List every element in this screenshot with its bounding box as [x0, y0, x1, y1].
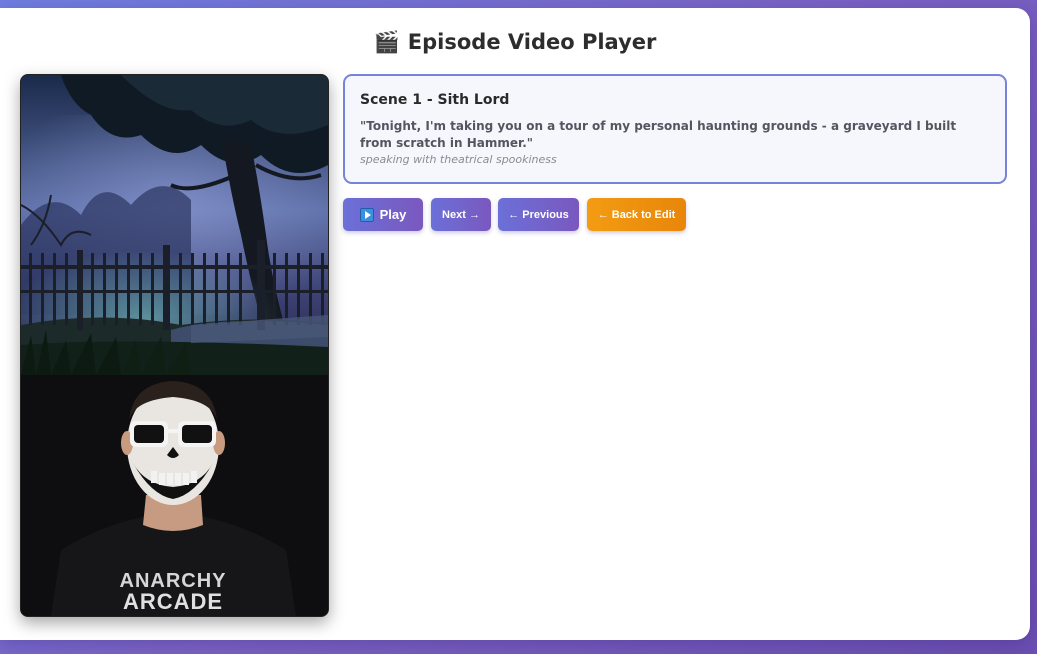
scene-direction: speaking with theatrical spookiness — [360, 153, 557, 166]
play-icon — [359, 207, 374, 222]
scene-title: Scene 1 - Sith Lord — [360, 92, 510, 108]
page-title-text: Episode Video Player — [407, 30, 657, 54]
shirt-text-line-2: ARCADE — [123, 589, 223, 614]
play-button-label: Play — [379, 207, 407, 222]
clapperboard-icon: 🎬 — [373, 30, 400, 54]
next-button[interactable]: Next → — [431, 198, 491, 231]
video-player[interactable]: ANARCHY ARCADE — [20, 74, 329, 617]
scene-info-box: Scene 1 - Sith Lord "Tonight, I'm taking… — [343, 74, 1007, 184]
back-to-edit-button[interactable]: ← Back to Edit — [587, 198, 686, 231]
player-card: 🎬 Episode Video Player ANARCHY ARCADE Sc… — [0, 8, 1030, 640]
skull-facepaint-presenter-image: ANARCHY ARCADE — [21, 375, 328, 616]
scene-quote: "Tonight, I'm taking you on a tour of my… — [360, 119, 957, 150]
graveyard-scene-image — [21, 75, 328, 375]
play-button[interactable]: Play — [343, 198, 423, 231]
page-title: 🎬 Episode Video Player — [0, 30, 1030, 55]
previous-button[interactable]: ← Previous — [498, 198, 579, 231]
